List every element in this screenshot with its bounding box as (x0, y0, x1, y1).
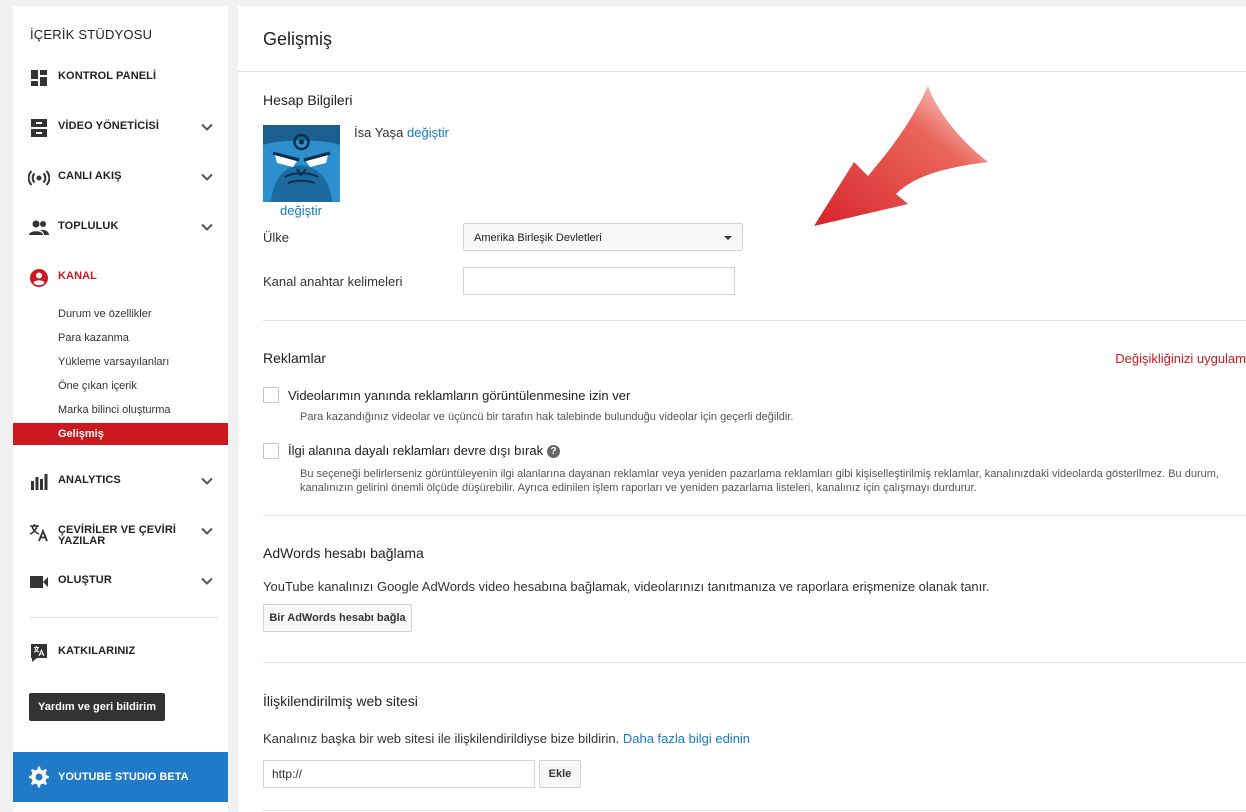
website-url-input[interactable] (263, 760, 535, 788)
dashboard-icon (31, 70, 47, 86)
main-content: Gelişmiş Hesap Bilgileri İsa Yaşa değişt… (238, 6, 1246, 812)
chevron-down-icon[interactable] (200, 574, 214, 588)
nav-video-manager[interactable]: VİDEO YÖNETİCİSİ (13, 113, 228, 143)
apply-changes-link[interactable]: Değişikliğinizi uygulam (1115, 351, 1246, 366)
sidebar: İÇERİK STÜDYOSU KONTROL PANELİ VİDEO YÖN… (13, 6, 228, 812)
owner-name: İsa Yaşa (354, 125, 404, 140)
section-divider (263, 320, 1246, 321)
disable-interest-ads-label: İlgi alanına dayalı reklamları devre dış… (288, 443, 544, 458)
chevron-down-icon[interactable] (200, 170, 214, 184)
channel-avatar[interactable] (263, 125, 340, 202)
chevron-down-icon[interactable] (200, 524, 214, 538)
adwords-description: YouTube kanalınızı Google AdWords video … (263, 579, 990, 594)
nav-live-stream-label: CANLI AKIŞ (58, 170, 122, 182)
chevron-down-icon[interactable] (200, 220, 214, 234)
nav-create[interactable]: OLUŞTUR (13, 567, 228, 597)
avatar-face-image (263, 125, 340, 202)
nav-live-stream[interactable]: CANLI AKIŞ (13, 163, 228, 193)
sidebar-divider (30, 617, 218, 618)
channel-keywords-label: Kanal anahtar kelimeleri (263, 274, 403, 289)
contributions-icon (31, 644, 47, 662)
website-description: Kanalınız başka bir web sitesi ile ilişk… (263, 731, 620, 746)
nav-create-label: OLUŞTUR (58, 574, 112, 586)
live-stream-icon (28, 170, 50, 186)
annotation-arrow (814, 86, 988, 226)
nav-translations[interactable]: ÇEVİRİLER VE ÇEVİRİ YAZILAR (13, 517, 228, 547)
translate-icon (29, 524, 48, 542)
nav-dashboard-label: KONTROL PANELİ (58, 70, 157, 82)
learn-more-link[interactable]: Daha fazla bilgi edinin (623, 731, 750, 746)
community-icon (29, 220, 49, 235)
owner-name-row: İsa Yaşa değiştir (354, 125, 449, 140)
nav-analytics[interactable]: ANALYTICS (13, 467, 228, 497)
sub-monetization[interactable]: Para kazanma (13, 327, 228, 349)
section-divider (263, 810, 1246, 811)
sub-branding[interactable]: Marka bilinci oluşturma (13, 399, 228, 421)
sub-advanced[interactable]: Gelişmiş (13, 423, 228, 445)
help-feedback-button[interactable]: Yardım ve geri bildirim (29, 693, 165, 721)
gear-icon (29, 766, 49, 788)
allow-ads-checkbox[interactable] (263, 387, 279, 403)
website-description-row: Kanalınız başka bir web sitesi ile ilişk… (263, 731, 750, 746)
studio-title: İÇERİK STÜDYOSU (30, 27, 153, 42)
change-avatar-link[interactable]: değiştir (280, 203, 322, 218)
sub-monetization-label: Para kazanma (58, 332, 129, 344)
account-section-title: Hesap Bilgileri (263, 92, 353, 108)
add-website-button[interactable]: Ekle (539, 760, 581, 788)
youtube-studio-beta-button[interactable]: YOUTUBE STUDIO BETA (13, 752, 228, 802)
adwords-section-title: AdWords hesabı bağlama (263, 545, 424, 561)
nav-community[interactable]: TOPLULUK (13, 213, 228, 243)
chevron-down-icon[interactable] (200, 474, 214, 488)
video-camera-icon (30, 576, 48, 588)
sub-status-features[interactable]: Durum ve özellikler (13, 303, 228, 325)
sub-featured-content-label: Öne çıkan içerik (58, 380, 137, 392)
nav-contributions[interactable]: KATKILARINIZ (13, 638, 228, 668)
nav-community-label: TOPLULUK (58, 220, 119, 232)
sub-branding-label: Marka bilinci oluşturma (58, 404, 171, 416)
website-section-title: İlişkilendirilmiş web sitesi (263, 693, 418, 709)
dropdown-caret-icon (724, 236, 732, 240)
nav-channel-label: KANAL (58, 270, 97, 282)
nav-translations-label: ÇEVİRİLER VE ÇEVİRİ YAZILAR (58, 524, 177, 547)
sub-upload-defaults-label: Yükleme varsayılanları (58, 356, 170, 368)
sub-featured-content[interactable]: Öne çıkan içerik (13, 375, 228, 397)
account-circle-icon (30, 269, 48, 287)
chevron-down-icon[interactable] (200, 120, 214, 134)
country-select-value: Amerika Birleşik Devletleri (474, 232, 602, 244)
help-question-icon[interactable]: ? (547, 445, 561, 458)
sub-advanced-label: Gelişmiş (58, 428, 104, 440)
nav-contributions-label: KATKILARINIZ (58, 645, 136, 657)
allow-ads-label: Videolarımın yanında reklamların görüntü… (288, 388, 631, 403)
allow-ads-help: Para kazandığınız videolar ve üçüncü bir… (300, 411, 794, 423)
page-title: Gelişmiş (263, 29, 333, 49)
change-name-link[interactable]: değiştir (407, 125, 449, 140)
header-divider (238, 71, 1246, 72)
analytics-icon (31, 474, 48, 490)
disable-interest-ads-row: İlgi alanına dayalı reklamları devre dış… (288, 443, 561, 458)
youtube-studio-beta-label: YOUTUBE STUDIO BETA (58, 771, 189, 783)
ads-section-title: Reklamlar (263, 350, 327, 366)
sub-upload-defaults[interactable]: Yükleme varsayılanları (13, 351, 228, 373)
section-divider (263, 515, 1246, 516)
country-select[interactable]: Amerika Birleşik Devletleri (463, 223, 743, 251)
disable-interest-ads-help: Bu seçeneği belirlerseniz görüntüleyenin… (300, 468, 1219, 494)
video-manager-icon (31, 119, 47, 137)
nav-analytics-label: ANALYTICS (58, 474, 121, 486)
link-adwords-button[interactable]: Bir AdWords hesabı bağla (263, 604, 412, 632)
country-label: Ülke (263, 230, 290, 245)
nav-dashboard[interactable]: KONTROL PANELİ (13, 63, 228, 93)
disable-interest-ads-checkbox[interactable] (263, 443, 279, 459)
channel-keywords-input[interactable] (463, 267, 735, 295)
section-divider (263, 662, 1246, 663)
sub-status-features-label: Durum ve özellikler (58, 308, 152, 320)
nav-channel[interactable]: KANAL (13, 263, 228, 293)
nav-video-manager-label: VİDEO YÖNETİCİSİ (58, 120, 160, 132)
